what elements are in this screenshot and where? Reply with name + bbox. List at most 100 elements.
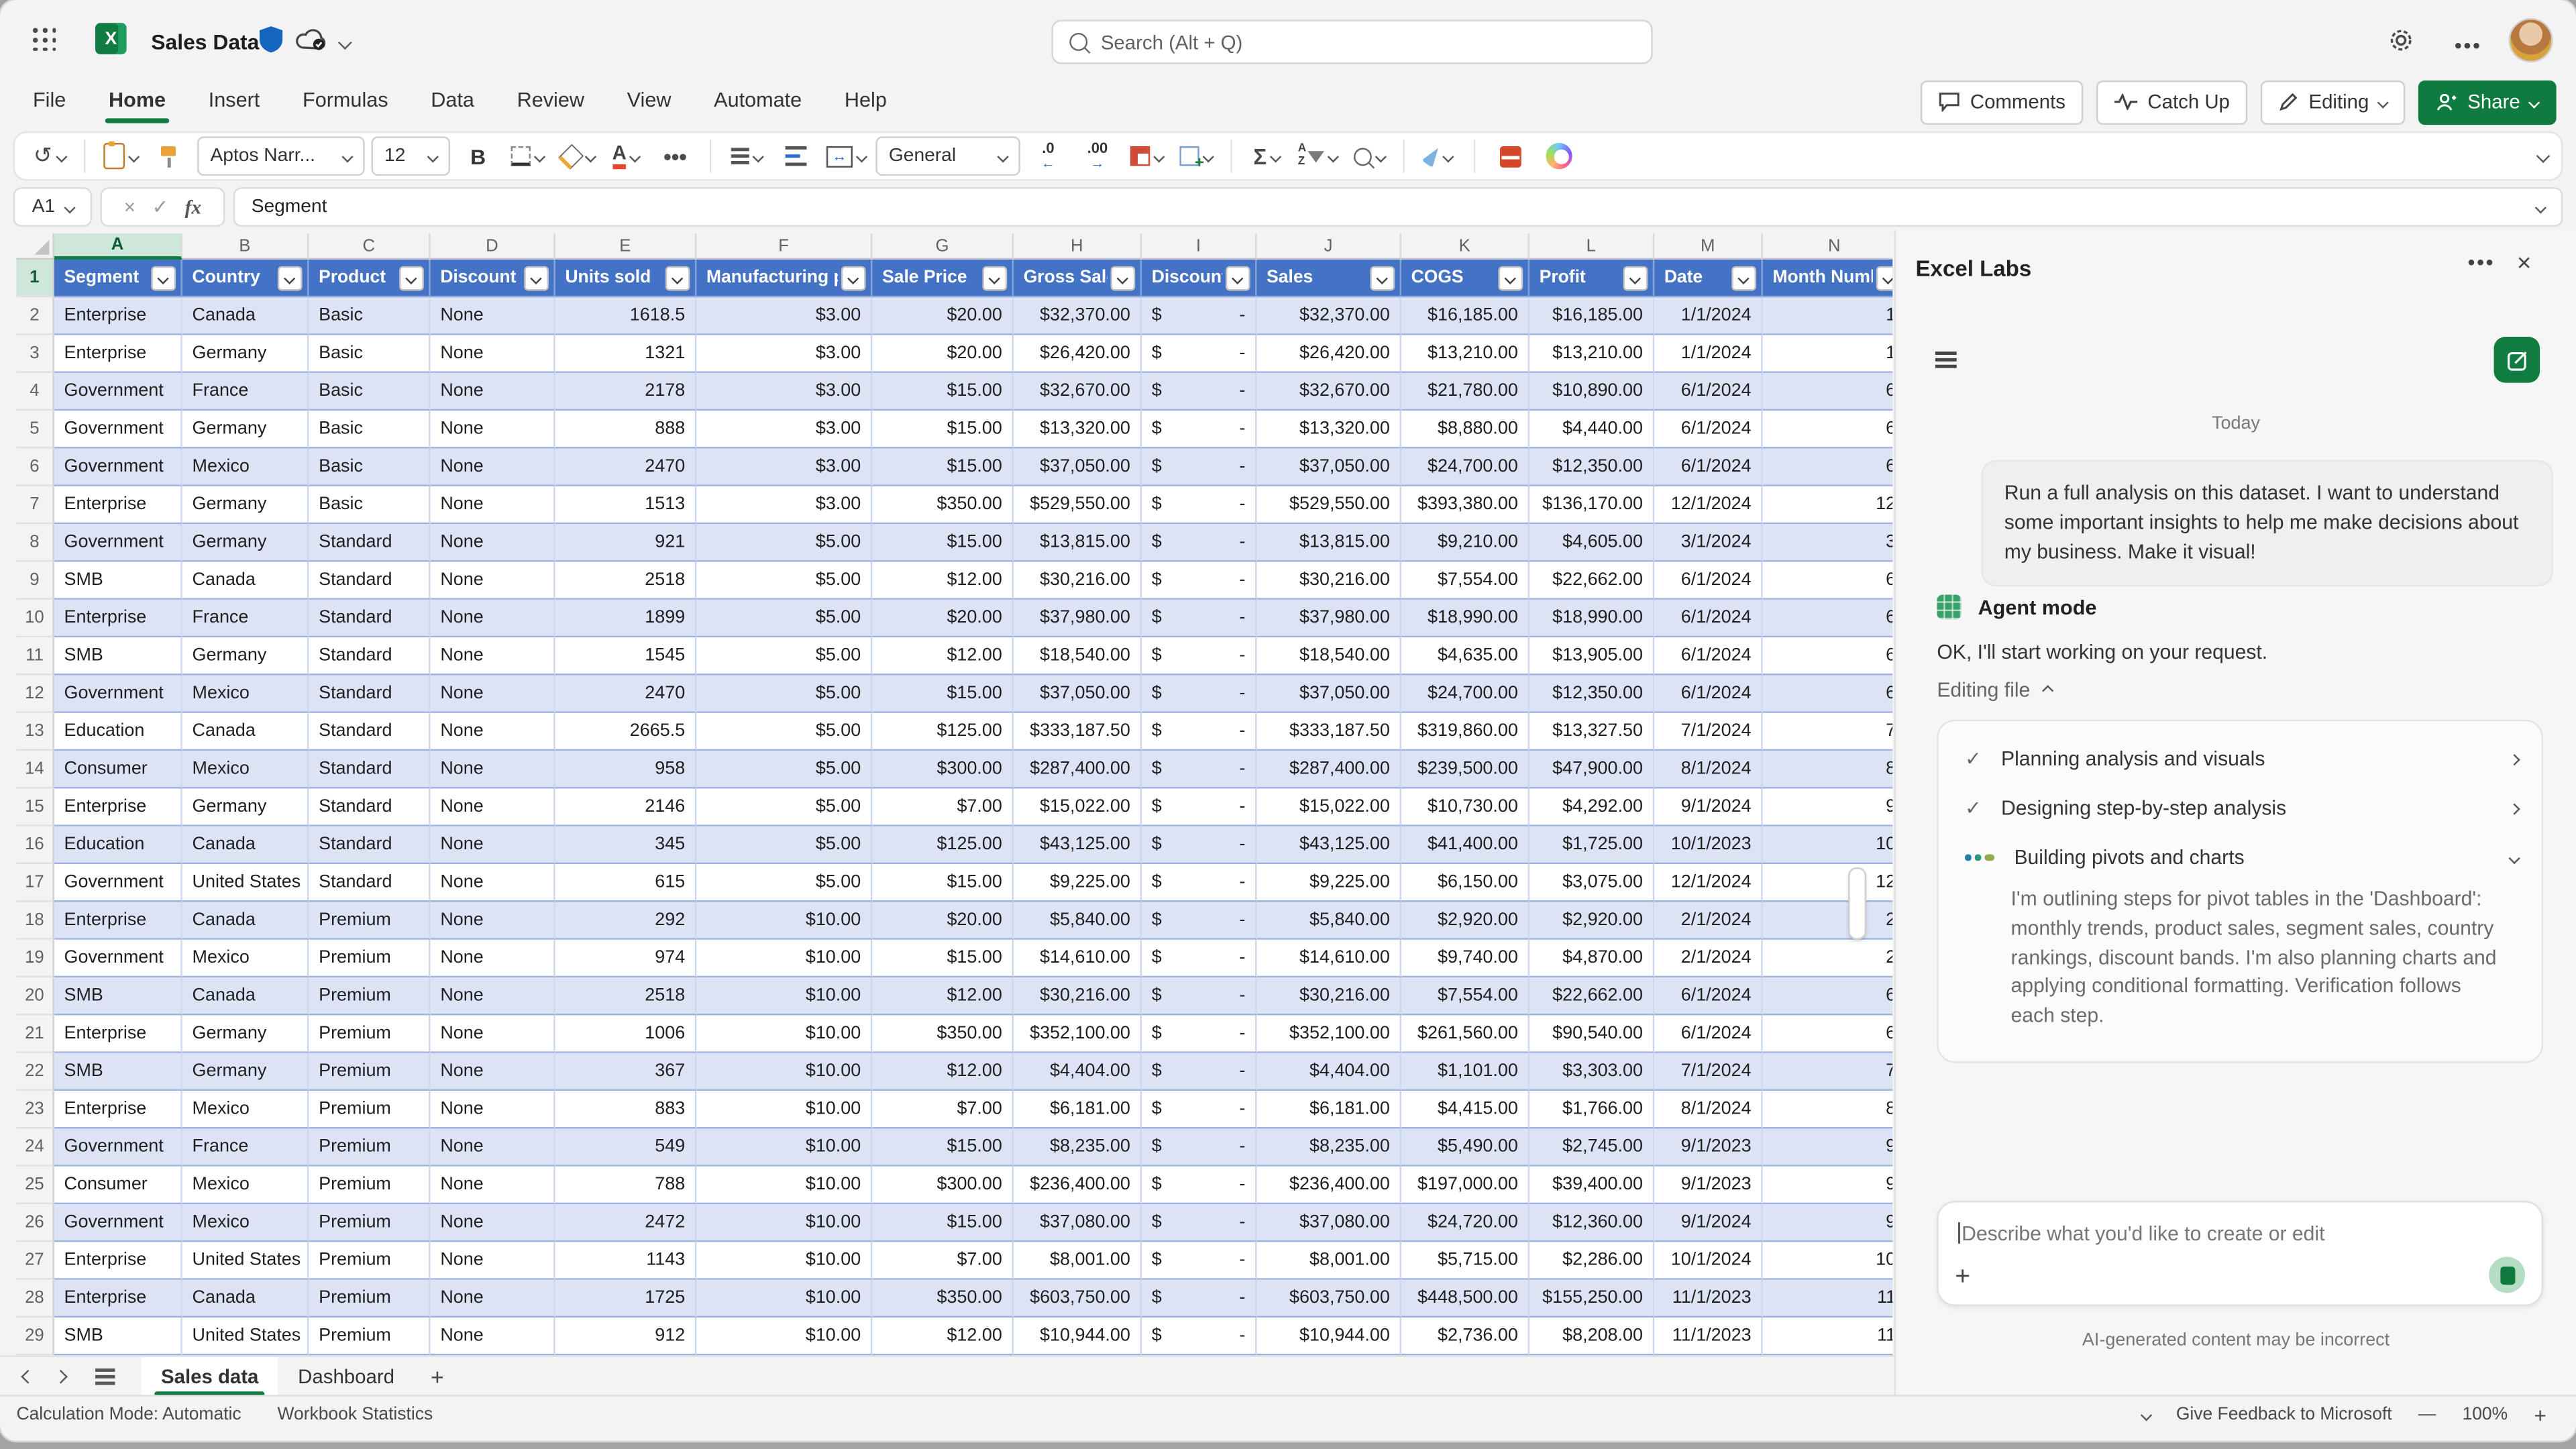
cell[interactable]: $43,125.00 xyxy=(1014,826,1142,864)
filter-button[interactable] xyxy=(1498,266,1523,290)
cell[interactable]: 2/1/2024 xyxy=(1654,940,1763,977)
cell[interactable]: 1 xyxy=(1763,297,1892,335)
cell[interactable]: Standard xyxy=(309,751,430,788)
row-header-17[interactable]: 17 xyxy=(16,864,54,902)
more-font-options-button[interactable]: ••• xyxy=(654,136,697,176)
format-as-table-button[interactable] xyxy=(1126,136,1169,176)
cell[interactable]: $- xyxy=(1142,826,1256,864)
agent-step[interactable]: ✓Planning analysis and visuals xyxy=(1939,735,2542,784)
cell[interactable]: $7.00 xyxy=(872,1242,1014,1279)
menu-home[interactable]: Home xyxy=(109,81,166,122)
cell[interactable]: 9 xyxy=(1763,1204,1892,1242)
cell[interactable]: $4,415.00 xyxy=(1401,1091,1529,1128)
cell[interactable]: 8/1/2024 xyxy=(1654,751,1763,788)
cell[interactable]: $7.00 xyxy=(872,1091,1014,1128)
table-header-cell[interactable]: Segment xyxy=(54,260,182,297)
cell[interactable]: None xyxy=(431,449,555,486)
menu-automate[interactable]: Automate xyxy=(714,81,802,122)
cell[interactable]: $4,635.00 xyxy=(1401,637,1529,675)
cell[interactable]: $125.00 xyxy=(872,826,1014,864)
cell[interactable]: $9,210.00 xyxy=(1401,524,1529,561)
cell[interactable]: $15.00 xyxy=(872,411,1014,448)
cell[interactable]: Enterprise xyxy=(54,1091,182,1128)
search-input[interactable]: Search (Alt + Q) xyxy=(1051,19,1652,64)
cell[interactable]: Government xyxy=(54,864,182,902)
cell[interactable]: 11 xyxy=(1763,1318,1892,1355)
cell[interactable]: 10/1/2023 xyxy=(1654,826,1763,864)
cell[interactable]: $15.00 xyxy=(872,676,1014,713)
confirm-entry-icon[interactable]: ✓ xyxy=(152,195,168,218)
cell[interactable]: 6/1/2024 xyxy=(1654,637,1763,675)
cell[interactable]: Premium xyxy=(309,1204,430,1242)
cell[interactable]: $261,560.00 xyxy=(1401,1015,1529,1053)
cell[interactable]: 11/1/2023 xyxy=(1654,1318,1763,1355)
cell[interactable]: $- xyxy=(1142,977,1256,1015)
cell[interactable]: $8,235.00 xyxy=(1014,1128,1142,1166)
row-header-26[interactable]: 26 xyxy=(16,1204,54,1242)
cell[interactable]: $15.00 xyxy=(872,940,1014,977)
cell[interactable]: $- xyxy=(1142,600,1256,637)
cell[interactable]: 6 xyxy=(1763,600,1892,637)
wrap-text-button[interactable] xyxy=(773,136,816,176)
bold-button[interactable]: B xyxy=(457,136,500,176)
cell[interactable]: Standard xyxy=(309,524,430,561)
cell[interactable]: $9,225.00 xyxy=(1014,864,1142,902)
name-box[interactable]: A1 xyxy=(13,187,93,227)
row-header-15[interactable]: 15 xyxy=(16,789,54,826)
cell[interactable]: None xyxy=(431,335,555,373)
menu-formulas[interactable]: Formulas xyxy=(303,81,388,122)
cell[interactable]: $12,350.00 xyxy=(1529,449,1654,486)
cell[interactable]: $5.00 xyxy=(696,713,872,751)
cell[interactable]: None xyxy=(431,1091,555,1128)
cell[interactable]: $3.00 xyxy=(696,411,872,448)
row-header-12[interactable]: 12 xyxy=(16,676,54,713)
cell[interactable]: $39,400.00 xyxy=(1529,1167,1654,1204)
row-header-27[interactable]: 27 xyxy=(16,1242,54,1279)
formula-bar-expand-icon[interactable] xyxy=(2535,201,2546,213)
column-header-L[interactable]: L xyxy=(1529,233,1654,260)
zoom-out-button[interactable]: — xyxy=(2418,1405,2436,1424)
cell[interactable]: $32,670.00 xyxy=(1256,373,1401,411)
cell[interactable]: 6 xyxy=(1763,373,1892,411)
more-options-icon[interactable]: ••• xyxy=(2455,33,2482,58)
table-header-cell[interactable]: Units sold xyxy=(555,260,697,297)
feedback-link[interactable]: Give Feedback to Microsoft xyxy=(2176,1405,2392,1424)
cell[interactable]: Education xyxy=(54,826,182,864)
cell[interactable]: Standard xyxy=(309,713,430,751)
cell[interactable]: $4,404.00 xyxy=(1256,1053,1401,1091)
cell[interactable]: $7.00 xyxy=(872,789,1014,826)
cell[interactable]: Government xyxy=(54,676,182,713)
cell[interactable]: $3.00 xyxy=(696,373,872,411)
cell[interactable]: 6/1/2024 xyxy=(1654,411,1763,448)
cell[interactable]: Basic xyxy=(309,486,430,524)
cell[interactable]: $2,736.00 xyxy=(1401,1318,1529,1355)
cell[interactable]: $2,286.00 xyxy=(1529,1242,1654,1279)
cell[interactable]: $15.00 xyxy=(872,1128,1014,1166)
cell[interactable]: $- xyxy=(1142,524,1256,561)
row-header-21[interactable]: 21 xyxy=(16,1015,54,1053)
cell[interactable]: 9/1/2023 xyxy=(1654,1128,1763,1166)
filter-button[interactable] xyxy=(1226,266,1250,290)
cell[interactable]: $13,815.00 xyxy=(1256,524,1401,561)
cell[interactable]: $3.00 xyxy=(696,486,872,524)
cell[interactable]: Germany xyxy=(182,637,309,675)
cell[interactable]: Mexico xyxy=(182,1204,309,1242)
filter-button[interactable] xyxy=(524,266,549,290)
column-header-H[interactable]: H xyxy=(1014,233,1142,260)
filter-button[interactable] xyxy=(1876,266,1892,290)
cell[interactable]: $8,235.00 xyxy=(1256,1128,1401,1166)
cell[interactable]: Premium xyxy=(309,1053,430,1091)
column-header-N[interactable]: N xyxy=(1763,233,1892,260)
cell[interactable]: 912 xyxy=(555,1318,697,1355)
cell[interactable]: Government xyxy=(54,1204,182,1242)
cell[interactable]: 6 xyxy=(1763,676,1892,713)
cell[interactable]: $90,540.00 xyxy=(1529,1015,1654,1053)
cell[interactable]: 2470 xyxy=(555,449,697,486)
cell[interactable]: 6/1/2024 xyxy=(1654,449,1763,486)
menu-review[interactable]: Review xyxy=(517,81,584,122)
cell[interactable]: $26,420.00 xyxy=(1014,335,1142,373)
cell[interactable]: $350.00 xyxy=(872,486,1014,524)
cell[interactable]: Mexico xyxy=(182,1167,309,1204)
row-header-1[interactable]: 1 xyxy=(16,260,54,297)
view-switcher-button[interactable] xyxy=(1489,136,1532,176)
